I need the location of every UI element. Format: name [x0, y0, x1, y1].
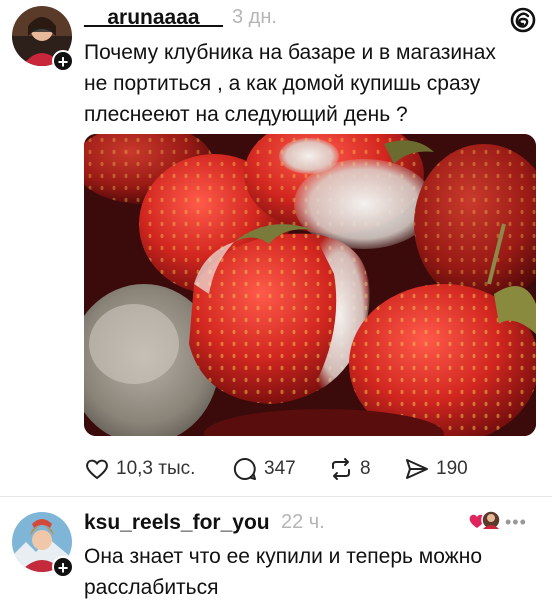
reply-author-avatar[interactable]: +	[12, 512, 74, 578]
author-username[interactable]: __arunaaaa__	[84, 6, 223, 30]
share-button[interactable]: 190	[404, 452, 468, 486]
post-text-line: не портиться , а как домой купишь сразу	[84, 72, 481, 95]
comment-count: 347	[264, 458, 296, 479]
repost-arrows-icon	[332, 458, 350, 480]
like-count: 10,3 тыс.	[116, 458, 196, 479]
thread-post: + __arunaaaa__ 3 дн. Почему клубника на …	[0, 0, 552, 600]
moldy-strawberries-photo	[84, 134, 536, 436]
send-icon	[406, 459, 428, 479]
post-timestamp: 3 дн.	[232, 6, 277, 28]
divider	[0, 496, 552, 497]
repost-count: 8	[360, 458, 371, 479]
follow-plus-icon[interactable]: +	[52, 50, 74, 72]
post-text-line: плеснееют на следующий день ?	[84, 103, 408, 126]
post-text-line: Почему клубника на базаре и в магазинах	[84, 41, 496, 64]
share-count: 190	[436, 458, 468, 479]
author-liked-icon	[469, 510, 501, 530]
comment-bubble-icon	[233, 457, 256, 480]
reply-text-line: расслабиться	[84, 576, 219, 599]
like-button[interactable]: 10,3 тыс.	[84, 452, 195, 486]
reply-text: Она знает что ее купили и теперь можно р…	[84, 541, 544, 603]
comment-button[interactable]: 347	[232, 452, 296, 486]
post-text: Почему клубника на базаре и в магазинах …	[84, 37, 544, 130]
reply-username[interactable]: ksu_reels_for_you	[84, 511, 270, 535]
heart-icon	[86, 459, 108, 480]
reply-text-line: Она знает что ее купили и теперь можно	[84, 545, 482, 568]
post-photo[interactable]	[84, 134, 536, 436]
author-avatar[interactable]: +	[12, 6, 74, 72]
reply-follow-plus-icon[interactable]: +	[52, 556, 74, 578]
post-actions-bar: 10,3 тыс. 347 8 190	[84, 452, 544, 486]
reply-timestamp: 22 ч.	[281, 511, 325, 533]
more-options-icon[interactable]: •••	[505, 512, 527, 533]
repost-button[interactable]: 8	[328, 452, 371, 486]
threads-logo-icon[interactable]	[509, 6, 537, 34]
